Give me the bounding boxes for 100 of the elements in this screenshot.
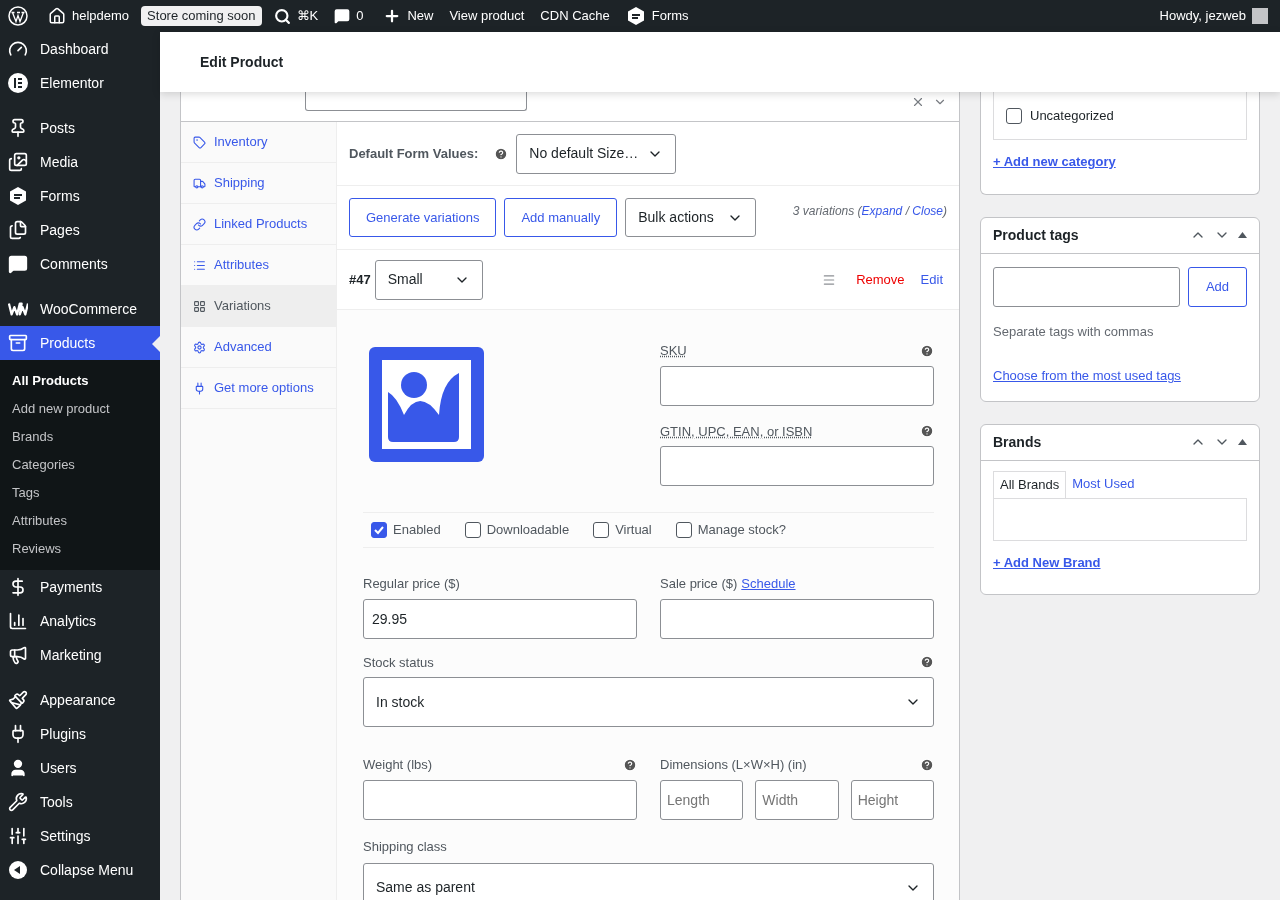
product-data-tab[interactable]: Inventory: [181, 122, 336, 163]
sidebar-item[interactable]: Plugins: [0, 717, 160, 751]
paintbrush-icon: [8, 690, 28, 710]
default-size-select[interactable]: No default Size…: [516, 133, 677, 174]
help-icon[interactable]: [920, 424, 934, 439]
toggle-icon[interactable]: [1238, 439, 1247, 445]
sidebar-item[interactable]: Products: [0, 326, 160, 360]
submenu-item[interactable]: Add new product: [0, 395, 160, 423]
elementor-icon: [8, 73, 28, 93]
help-icon[interactable]: [920, 757, 934, 772]
product-data-tab[interactable]: Variations: [181, 286, 336, 327]
sidebar-item[interactable]: Forms: [0, 179, 160, 213]
checkbox[interactable]: [464, 522, 481, 538]
submenu-item[interactable]: Tags: [0, 479, 160, 507]
gtin-field[interactable]: [660, 446, 934, 486]
comment-icon: [334, 8, 351, 24]
product-data-tab[interactable]: Shipping: [181, 163, 336, 204]
woo-icon: [8, 301, 28, 317]
checkbox[interactable]: [1006, 107, 1022, 124]
account-link[interactable]: Howdy, jezweb: [1159, 6, 1246, 26]
stock-status-select[interactable]: In stock: [363, 677, 934, 727]
sku-field[interactable]: [660, 365, 934, 406]
toolbar-link[interactable]: CDN Cache: [540, 6, 610, 26]
check-icon: [373, 524, 385, 536]
price-field[interactable]: 29.95: [363, 598, 637, 639]
shipping-class-select[interactable]: Same as parent: [363, 862, 934, 900]
forms-icon: [625, 6, 646, 26]
most-used-tags-link[interactable]: Choose from the most used tags: [993, 366, 1247, 386]
weight-field[interactable]: [363, 779, 637, 820]
brand-tab[interactable]: All Brands: [993, 470, 1067, 498]
sidebar-item[interactable]: Users: [0, 751, 160, 785]
dimension-field[interactable]: Length: [660, 779, 744, 820]
dimension-field[interactable]: Width: [755, 779, 839, 820]
toggle-icon[interactable]: [1238, 232, 1247, 238]
help-icon[interactable]: [623, 757, 637, 772]
tag-field[interactable]: [993, 266, 1180, 307]
command-search[interactable]: ⌘K: [273, 6, 319, 26]
product-data-tab[interactable]: Get more options: [181, 368, 336, 409]
submenu-item[interactable]: Brands: [0, 423, 160, 451]
settings-icon: [193, 340, 206, 354]
variation-button[interactable]: Generate variations: [349, 198, 497, 237]
checkbox[interactable]: [371, 522, 387, 538]
sidebar-item[interactable]: Dashboard: [0, 32, 160, 66]
product-data-tab[interactable]: Advanced: [181, 327, 336, 368]
field-label: Stock status: [363, 653, 434, 672]
dimension-field[interactable]: Height: [850, 779, 934, 820]
sidebar-item[interactable]: Tools: [0, 785, 160, 819]
sidebar-item[interactable]: Collapse Menu: [0, 853, 160, 887]
add-category-link[interactable]: + Add new category: [993, 152, 1247, 172]
attribute-select[interactable]: Small: [374, 259, 483, 300]
close-icon[interactable]: [911, 95, 925, 109]
field-label: Dimensions (L×W×H) (in): [660, 756, 807, 774]
checkbox[interactable]: [593, 522, 610, 538]
collapse-icon: [8, 860, 28, 880]
toolbar-link[interactable]: Forms: [625, 6, 689, 26]
drag-handle-icon[interactable]: [822, 272, 837, 287]
sidebar-item[interactable]: Media: [0, 145, 160, 179]
checkbox[interactable]: [675, 522, 692, 538]
schedule-link[interactable]: Schedule: [741, 574, 796, 594]
add-brand-link[interactable]: + Add New Brand: [993, 552, 1247, 572]
close-link[interactable]: Close: [912, 204, 943, 218]
sidebar-item[interactable]: Appearance: [0, 683, 160, 717]
sidebar-item[interactable]: Payments: [0, 570, 160, 604]
field-label: Default Form Values:: [349, 144, 479, 163]
site-link[interactable]: helpdemo: [48, 6, 130, 26]
help-icon[interactable]: [920, 655, 934, 670]
submenu-item[interactable]: All Products: [0, 367, 160, 395]
bulk-actions-select[interactable]: Bulk actions: [625, 198, 757, 237]
help-icon[interactable]: [920, 343, 934, 358]
submenu-item[interactable]: Reviews: [0, 535, 160, 563]
edit-link[interactable]: Edit: [920, 269, 943, 290]
toolbar-link[interactable]: View product: [449, 6, 525, 26]
sidebar-item[interactable]: Marketing: [0, 638, 160, 672]
image-placeholder-icon[interactable]: [369, 347, 484, 462]
remove-link[interactable]: Remove: [856, 269, 905, 290]
comments-link[interactable]: 0: [334, 6, 364, 26]
box-title: Brands: [993, 432, 1043, 452]
sidebar-item[interactable]: Elementor: [0, 66, 160, 100]
sidebar-item[interactable]: Comments: [0, 247, 160, 281]
brand-tab[interactable]: Most Used: [1066, 470, 1141, 498]
comment-icon: [8, 254, 28, 274]
sidebar-item[interactable]: WooCommerce: [0, 292, 160, 326]
list-icon: [193, 258, 206, 272]
field-label: GTIN, UPC, EAN, or ISBN: [660, 422, 813, 441]
submenu-item[interactable]: Attributes: [0, 507, 160, 535]
add-tag-button[interactable]: Add: [1188, 266, 1247, 307]
sidebar-item[interactable]: Settings: [0, 819, 160, 853]
expand-link[interactable]: Expand: [861, 204, 903, 218]
sale-price-field[interactable]: [660, 598, 934, 639]
new-link[interactable]: New: [383, 6, 434, 26]
help-icon[interactable]: [494, 146, 509, 161]
sidebar-item[interactable]: Posts: [0, 111, 160, 145]
wordpress-logo-icon[interactable]: [8, 6, 28, 26]
archive-icon: [8, 333, 28, 353]
variation-button[interactable]: Add manually: [504, 198, 618, 237]
product-data-tab[interactable]: Linked Products: [181, 204, 336, 245]
sidebar-item[interactable]: Pages: [0, 213, 160, 247]
grid-icon: [193, 299, 206, 313]
submenu-item[interactable]: Categories: [0, 451, 160, 479]
sidebar-item[interactable]: Analytics: [0, 604, 160, 638]
